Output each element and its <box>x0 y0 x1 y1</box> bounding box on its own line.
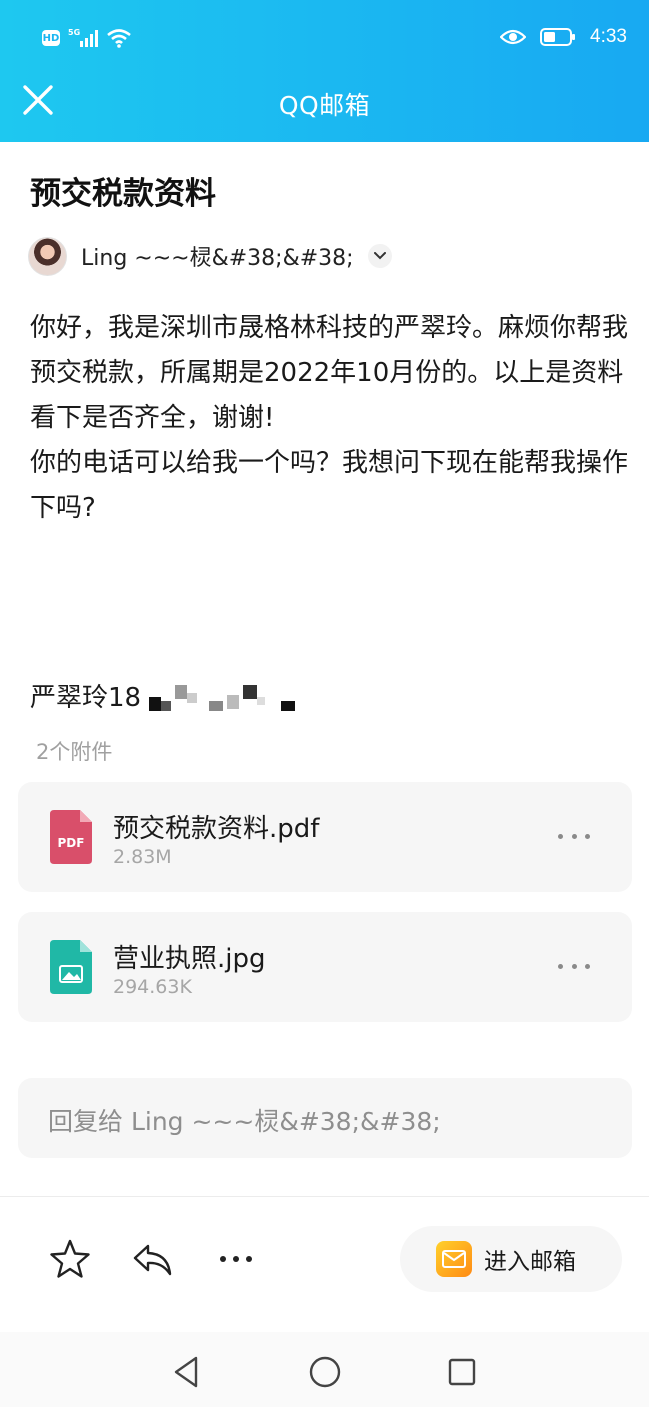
recents-icon[interactable] <box>442 1352 482 1392</box>
pdf-file-icon: PDF <box>50 810 92 864</box>
home-icon[interactable] <box>305 1352 345 1392</box>
signature: 严翠玲18 <box>30 672 307 718</box>
body-paragraph: 你好，我是深圳市晟格林科技的严翠玲。麻烦你帮我预交税款，所属期是2022年10月… <box>30 313 629 433</box>
status-time: 4:33 <box>590 26 627 47</box>
attachment-name: 营业执照.jpg <box>113 944 266 974</box>
mail-icon <box>436 1241 472 1277</box>
enter-mailbox-label: 进入邮箱 <box>484 1249 576 1275</box>
title-bar: QQ邮箱 <box>0 74 649 134</box>
attachment-name: 预交税款资料.pdf <box>113 814 320 844</box>
wifi-icon <box>107 29 131 48</box>
signal-icon: 5G <box>68 28 98 47</box>
redacted-phone <box>147 675 307 715</box>
reply-placeholder: 回复给 Ling ~~~棂&#38;&#38; <box>48 1107 441 1136</box>
battery-icon <box>540 28 576 46</box>
enter-mailbox-button[interactable]: 进入邮箱 <box>400 1226 622 1292</box>
attachments-count: 2个附件 <box>36 740 113 764</box>
chevron-down-icon[interactable] <box>367 244 392 268</box>
body-paragraph: 你的电话可以给我一个吗？我想问下现在能帮我操作下吗? <box>30 448 629 523</box>
app-title: QQ邮箱 <box>278 91 371 120</box>
avatar[interactable] <box>28 236 67 276</box>
star-icon[interactable] <box>49 1238 91 1280</box>
more-icon[interactable] <box>558 826 590 846</box>
reply-input[interactable]: 回复给 Ling ~~~棂&#38;&#38; <box>18 1078 632 1158</box>
more-icon[interactable] <box>558 956 590 976</box>
status-bar: HD 5G 4:33 <box>0 0 649 74</box>
signature-text: 严翠玲18 <box>30 682 142 713</box>
eye-icon <box>500 29 527 45</box>
app-header: HD 5G 4:33 QQ邮箱 <box>0 0 649 142</box>
hd-badge: HD <box>42 30 60 46</box>
pdf-icon-label: PDF <box>58 836 85 850</box>
email-subject: 预交税款资料 <box>30 176 216 212</box>
system-nav-bar <box>0 1332 649 1407</box>
attachment-size: 2.83M <box>113 846 172 868</box>
status-right: 4:33 <box>500 24 627 50</box>
svg-text:5G: 5G <box>68 28 80 37</box>
attachment-item[interactable]: PDF 预交税款资料.pdf 2.83M <box>18 782 632 892</box>
status-left: HD 5G <box>42 26 132 50</box>
sender-name[interactable]: Ling ~~~棂&#38;&#38; <box>81 240 354 272</box>
attachment-item[interactable]: 营业执照.jpg 294.63K <box>18 912 632 1022</box>
more-icon[interactable] <box>215 1238 257 1280</box>
back-icon[interactable] <box>168 1352 208 1392</box>
attachment-size: 294.63K <box>113 976 192 998</box>
toolbar-divider <box>0 1196 649 1197</box>
image-file-icon <box>50 940 92 994</box>
sender-row[interactable]: Ling ~~~棂&#38;&#38; <box>28 236 392 276</box>
reply-icon[interactable] <box>132 1238 174 1280</box>
email-body: 你好，我是深圳市晟格林科技的严翠玲。麻烦你帮我预交税款，所属期是2022年10月… <box>30 306 630 531</box>
